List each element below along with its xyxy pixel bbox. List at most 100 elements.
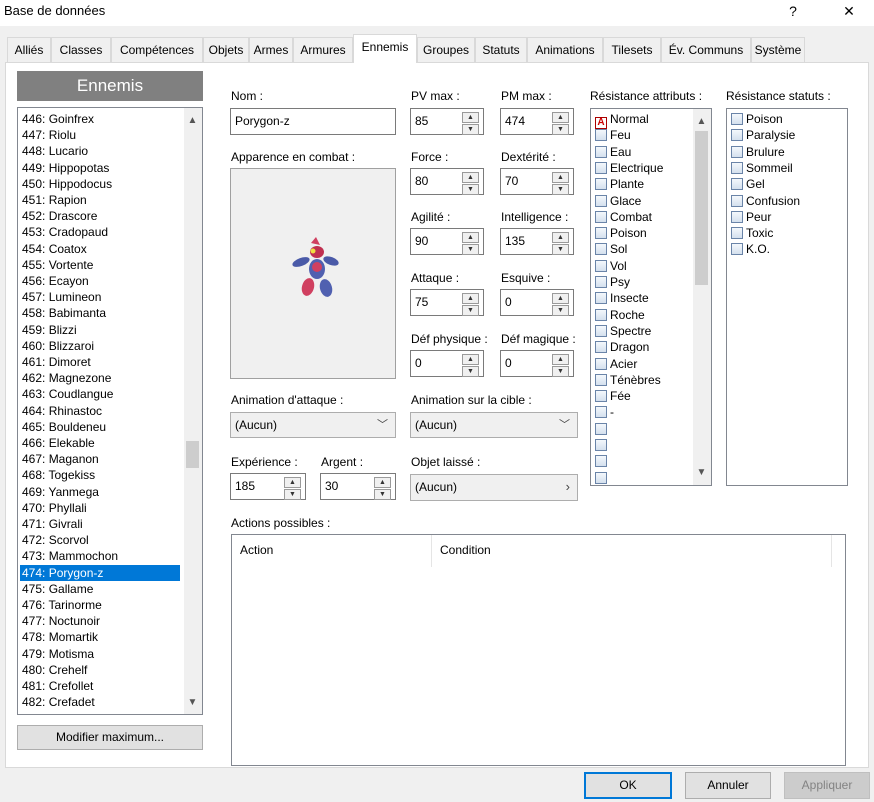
enemy-list-item[interactable]: 468: Togekiss: [20, 467, 180, 483]
tab-item[interactable]: Objets: [203, 37, 249, 63]
enemy-list-item[interactable]: 466: Elekable: [20, 435, 180, 451]
status-resist-item[interactable]: Paralysie: [731, 127, 795, 143]
enemy-list-item[interactable]: 481: Crefollet: [20, 678, 180, 694]
resist-level-icon[interactable]: [595, 324, 607, 337]
tab-item[interactable]: Tilesets: [603, 37, 661, 63]
pdef-stepper[interactable]: 0 ▲ ▼: [410, 350, 484, 377]
enemy-list-item[interactable]: 476: Tarinorme: [20, 597, 180, 613]
attr-resist-list[interactable]: A Normal Feu Eau Electrique Plante Glace Combat…: [590, 108, 712, 486]
spin-down-icon[interactable]: ▼: [462, 305, 479, 316]
scroll-down-icon[interactable]: ▼: [693, 464, 710, 481]
resist-level-icon[interactable]: [731, 161, 743, 174]
atk-stepper[interactable]: 75 ▲ ▼: [410, 289, 484, 316]
enemy-list-item-selected[interactable]: 474: Porygon-z: [20, 564, 180, 581]
resist-level-icon[interactable]: [595, 390, 607, 403]
enemy-list-item[interactable]: 460: Blizzaroi: [20, 338, 180, 354]
enemy-list-item[interactable]: 480: Crehelf: [20, 662, 180, 678]
pv-stepper[interactable]: 85 ▲ ▼: [410, 108, 484, 135]
resist-level-icon[interactable]: [595, 178, 607, 191]
attr-resist-item[interactable]: -: [595, 404, 614, 420]
attack-anim-select[interactable]: (Aucun) ﹀: [230, 412, 396, 438]
attr-resist-item[interactable]: Eau: [595, 144, 631, 160]
enemy-list-item[interactable]: 453: Cradopaud: [20, 224, 180, 240]
enemy-list-item[interactable]: 449: Hippopotas: [20, 160, 180, 176]
enemy-list-item[interactable]: 464: Rhinastoc: [20, 403, 180, 419]
enemy-list-item[interactable]: 454: Coatox: [20, 241, 180, 257]
attr-resist-item[interactable]: Fée: [595, 388, 631, 404]
battler-preview[interactable]: [230, 168, 396, 379]
resist-level-icon[interactable]: [595, 129, 607, 142]
enemy-list-item[interactable]: 472: Scorvol: [20, 532, 180, 548]
spin-up-icon[interactable]: ▲: [462, 293, 479, 304]
enemy-list-item[interactable]: 463: Coudlangue: [20, 386, 180, 402]
apply-button[interactable]: Appliquer: [784, 772, 870, 799]
enemy-list[interactable]: 446: Goinfrex 447: Riolu 448: Lucario 449: …: [17, 107, 203, 715]
scroll-up-icon[interactable]: ▲: [693, 113, 710, 130]
gold-stepper[interactable]: 30 ▲ ▼: [320, 473, 396, 500]
enemy-list-item[interactable]: 470: Phyllali: [20, 500, 180, 516]
tab-item[interactable]: Animations: [527, 37, 603, 63]
status-resist-item[interactable]: Poison: [731, 111, 783, 127]
resist-level-icon[interactable]: [731, 210, 743, 223]
dex-stepper[interactable]: 70 ▲ ▼: [500, 168, 574, 195]
enemy-list-item[interactable]: 475: Gallame: [20, 581, 180, 597]
action-column-header[interactable]: Action: [232, 535, 432, 567]
tab-item[interactable]: Alliés: [7, 37, 51, 63]
enemy-list-item[interactable]: 482: Crefadet: [20, 694, 180, 710]
ok-button[interactable]: OK: [584, 772, 672, 799]
attr-resist-item[interactable]: Insecte: [595, 290, 649, 306]
resist-level-icon[interactable]: [595, 194, 607, 207]
force-stepper[interactable]: 80 ▲ ▼: [410, 168, 484, 195]
target-anim-select[interactable]: (Aucun) ﹀: [410, 412, 578, 438]
enemy-list-item[interactable]: 467: Maganon: [20, 451, 180, 467]
resist-level-icon[interactable]: [595, 145, 607, 158]
enemy-list-item[interactable]: 458: Babimanta: [20, 305, 180, 321]
spin-up-icon[interactable]: ▲: [284, 477, 301, 488]
spin-down-icon[interactable]: ▼: [552, 184, 569, 195]
resist-level-icon[interactable]: [595, 227, 607, 240]
spin-up-icon[interactable]: ▲: [462, 232, 479, 243]
spin-down-icon[interactable]: ▼: [374, 489, 391, 500]
spin-up-icon[interactable]: ▲: [552, 232, 569, 243]
item-select[interactable]: (Aucun) ›: [410, 474, 578, 501]
attr-resist-item[interactable]: Poison: [595, 225, 647, 241]
enemy-list-item[interactable]: 452: Drascore: [20, 208, 180, 224]
status-resist-item[interactable]: Peur: [731, 209, 771, 225]
eva-stepper[interactable]: 0 ▲ ▼: [500, 289, 574, 316]
exp-stepper[interactable]: 185 ▲ ▼: [230, 473, 306, 500]
resist-level-icon[interactable]: [595, 439, 607, 451]
spin-up-icon[interactable]: ▲: [462, 112, 479, 123]
spin-down-icon[interactable]: ▼: [462, 366, 479, 377]
scroll-thumb[interactable]: [186, 441, 199, 468]
tab-item[interactable]: Classes: [51, 37, 111, 63]
enemy-list-scrollbar[interactable]: ▲ ▼: [184, 108, 202, 714]
attr-resist-item[interactable]: Vol: [595, 258, 627, 274]
attr-resist-item[interactable]: Ténèbres: [595, 372, 661, 388]
help-button[interactable]: ?: [770, 0, 816, 26]
attr-resist-item[interactable]: Plante: [595, 176, 644, 192]
spin-up-icon[interactable]: ▲: [552, 293, 569, 304]
resist-level-icon[interactable]: [731, 145, 743, 158]
spin-up-icon[interactable]: ▲: [462, 172, 479, 183]
spin-up-icon[interactable]: ▲: [462, 354, 479, 365]
spin-down-icon[interactable]: ▼: [552, 305, 569, 316]
resist-level-icon[interactable]: [595, 373, 607, 386]
status-resist-item[interactable]: Toxic: [731, 225, 773, 241]
enemy-list-item[interactable]: 469: Yanmega: [20, 484, 180, 500]
attr-resist-item[interactable]: Dragon: [595, 339, 649, 355]
spin-down-icon[interactable]: ▼: [552, 124, 569, 135]
resist-level-icon[interactable]: [595, 161, 607, 174]
resist-level-icon[interactable]: [731, 113, 743, 125]
attr-resist-item[interactable]: Acier: [595, 356, 637, 372]
attr-resist-item[interactable]: Psy: [595, 274, 630, 290]
condition-column-header[interactable]: Condition: [432, 535, 832, 567]
resist-level-icon[interactable]: [595, 292, 607, 305]
int-stepper[interactable]: 135 ▲ ▼: [500, 228, 574, 255]
spin-down-icon[interactable]: ▼: [284, 489, 301, 500]
attr-resist-item[interactable]: Roche: [595, 307, 645, 323]
spin-up-icon[interactable]: ▲: [552, 112, 569, 123]
spin-down-icon[interactable]: ▼: [552, 366, 569, 377]
resist-level-icon[interactable]: [731, 227, 743, 240]
resist-level-icon[interactable]: [731, 243, 743, 256]
tab-item[interactable]: Armes: [249, 37, 293, 63]
